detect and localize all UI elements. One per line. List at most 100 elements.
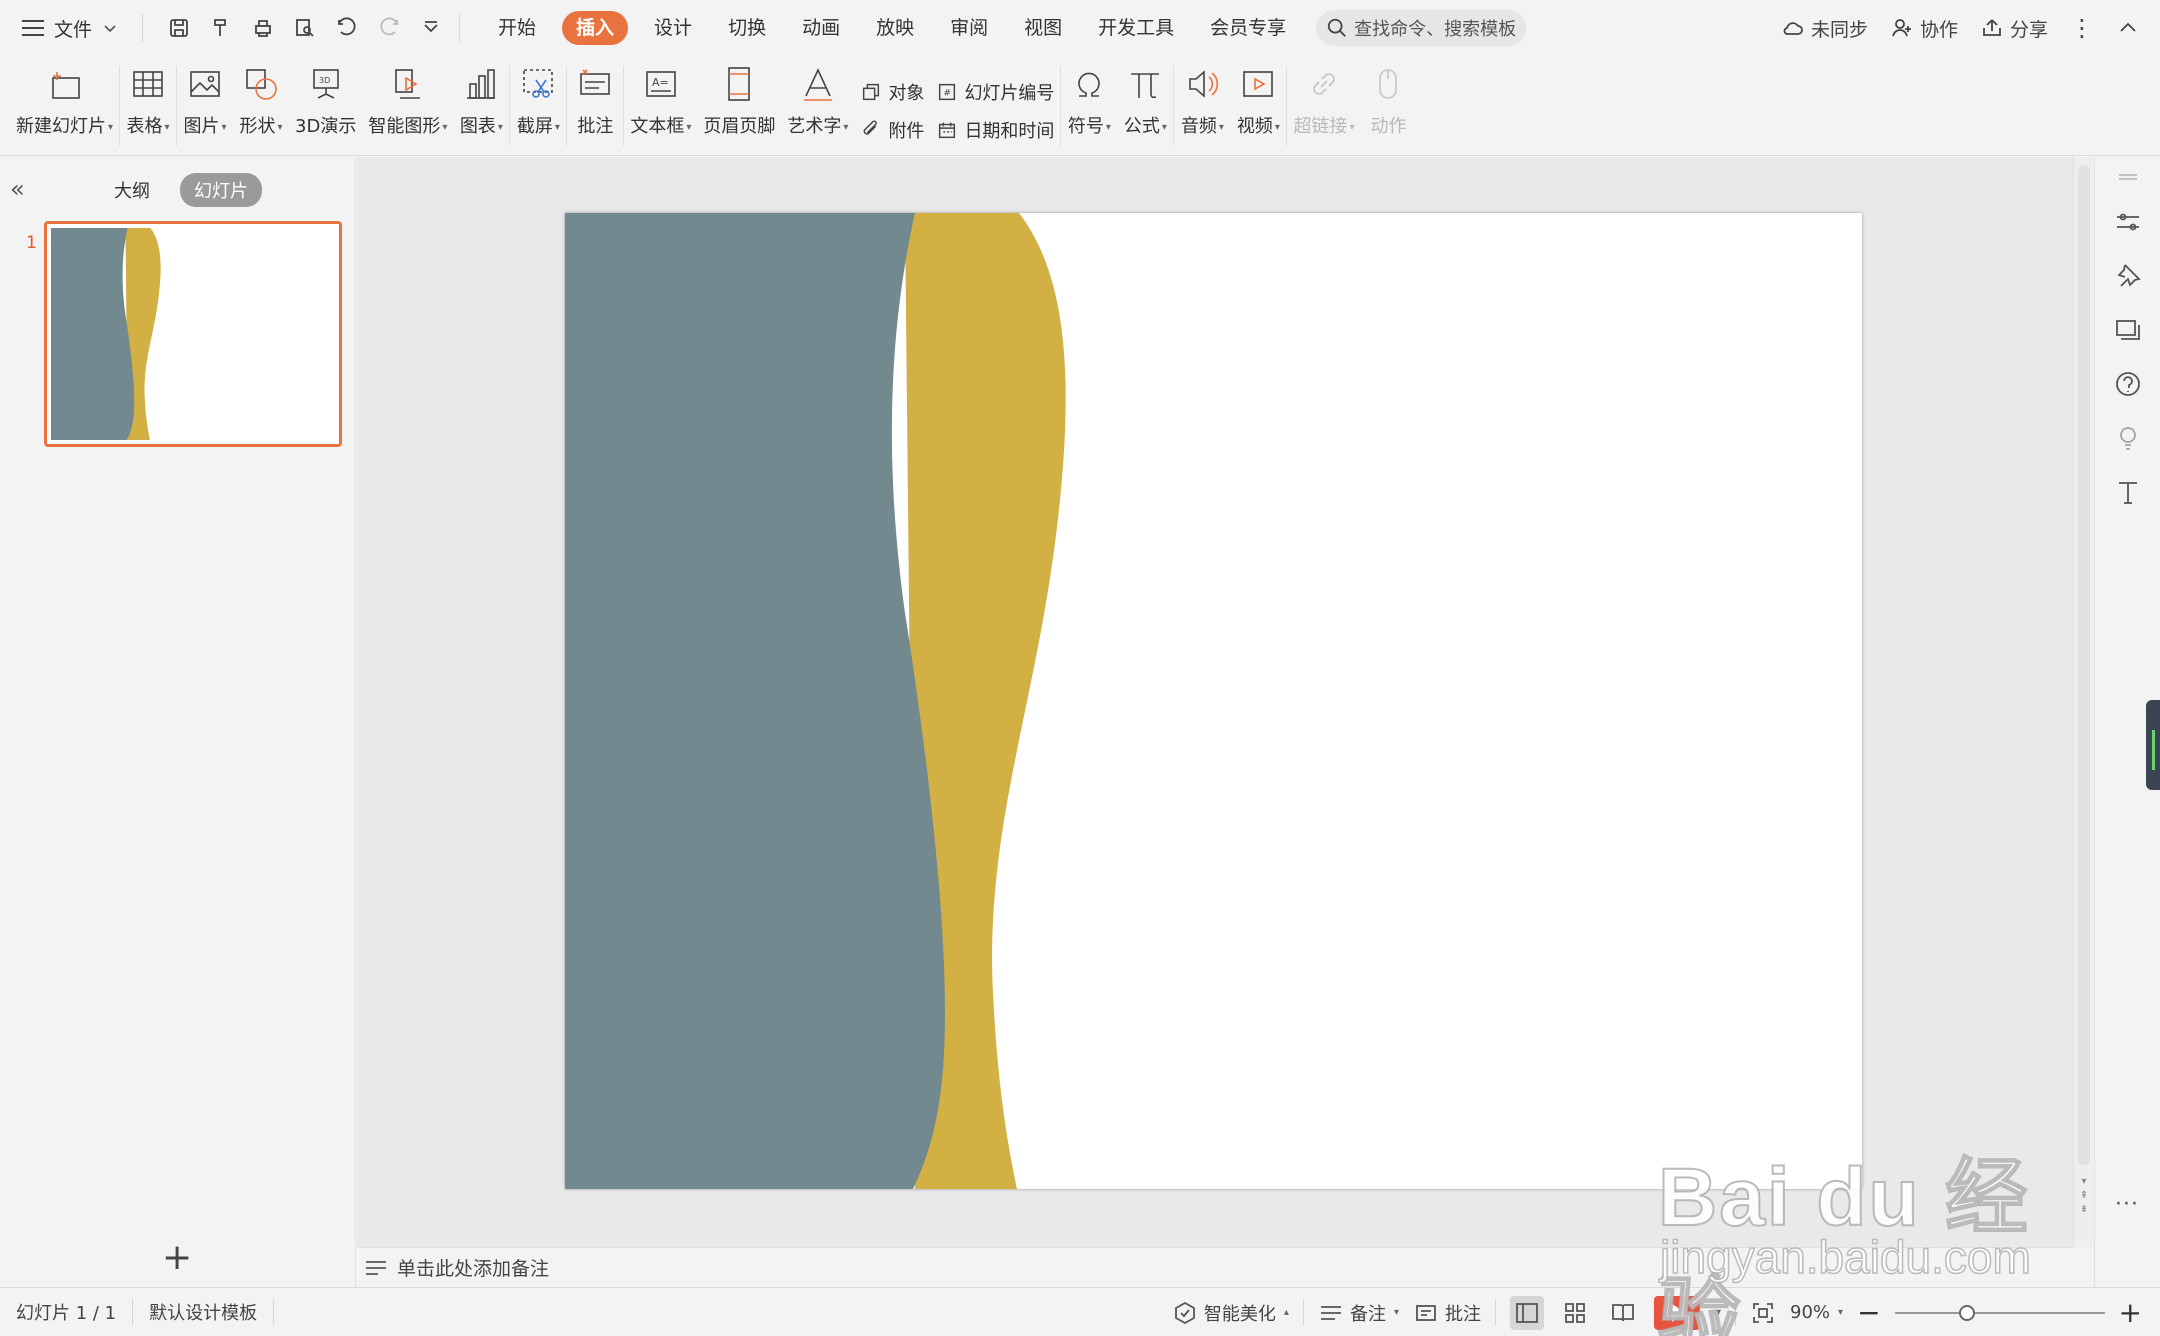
divider bbox=[1286, 66, 1288, 146]
hyperlink-label: 超链接 bbox=[1293, 116, 1348, 137]
save-icon[interactable] bbox=[161, 10, 197, 46]
sliders-icon[interactable] bbox=[2113, 207, 2143, 237]
vertical-scrollbar[interactable]: ▾ ⇞ ⇟ bbox=[2073, 157, 2093, 1247]
slide-number-button[interactable]: # 幻灯片编号 bbox=[936, 79, 1054, 105]
slide-artwork bbox=[565, 213, 1862, 1189]
fit-window-icon[interactable] bbox=[1750, 1300, 1776, 1326]
command-search[interactable]: 查找命令、搜索模板 bbox=[1316, 10, 1527, 46]
tab-outline[interactable]: 大纲 bbox=[100, 173, 164, 207]
smart-beautify-button[interactable]: 智能美化 ▴ bbox=[1172, 1288, 1289, 1336]
wordart-button[interactable]: 艺术字 ▾ bbox=[787, 56, 848, 156]
normal-view-button[interactable] bbox=[1509, 1295, 1544, 1330]
zoom-out-button[interactable]: − bbox=[1857, 1296, 1880, 1329]
3d-demo-label: 3D演示 bbox=[295, 116, 357, 137]
play-options-icon[interactable]: ▾ bbox=[1716, 1307, 1721, 1318]
shape-button[interactable]: 形状 ▾ bbox=[239, 56, 283, 156]
paperclip-icon bbox=[864, 120, 878, 135]
wordart-icon bbox=[796, 62, 840, 106]
symbol-button[interactable]: 符号 ▾ bbox=[1067, 56, 1111, 156]
textbox-button[interactable]: A= 文本框 ▾ bbox=[630, 56, 691, 156]
comments-toggle-button[interactable]: 批注 bbox=[1413, 1288, 1481, 1336]
attachment-label: 附件 bbox=[888, 121, 925, 142]
object-button[interactable]: 对象 bbox=[860, 79, 924, 105]
collaborate-label: 协作 bbox=[1919, 18, 1958, 41]
smartart-button[interactable]: 智能图形 ▾ bbox=[368, 56, 447, 156]
date-time-button[interactable]: 日期和时间 bbox=[936, 117, 1054, 143]
notes-icon bbox=[366, 1260, 386, 1275]
file-menu-label: 文件 bbox=[54, 18, 93, 41]
divider bbox=[1494, 1299, 1496, 1326]
scroll-arrows[interactable]: ▾ ⇞ ⇟ bbox=[2078, 1175, 2090, 1217]
sorter-view-button[interactable] bbox=[1558, 1296, 1592, 1330]
new-slide-button[interactable]: 新建幻灯片 ▾ bbox=[16, 56, 113, 156]
tab-view[interactable]: 视图 bbox=[1006, 11, 1080, 45]
tab-slideshow[interactable]: 放映 bbox=[858, 11, 932, 45]
format-painter-icon[interactable] bbox=[203, 10, 239, 46]
omega-icon bbox=[1067, 62, 1111, 106]
3d-icon: 3D bbox=[304, 62, 348, 106]
notes-bar[interactable]: 单击此处添加备注 bbox=[357, 1247, 2073, 1287]
lightbulb-icon[interactable] bbox=[2113, 423, 2143, 453]
customize-toolbar-icon[interactable] bbox=[413, 10, 449, 46]
scrollbar-thumb[interactable] bbox=[2078, 165, 2090, 1165]
text-tool-icon[interactable] bbox=[2113, 477, 2143, 507]
tab-slides[interactable]: 幻灯片 bbox=[180, 173, 262, 207]
slide-thumbnail-art bbox=[51, 228, 335, 440]
chart-button[interactable]: 图表 ▾ bbox=[459, 56, 503, 156]
picture-icon bbox=[183, 62, 227, 106]
print-icon[interactable] bbox=[245, 10, 281, 46]
tab-home[interactable]: 开始 bbox=[480, 11, 554, 45]
more-tools-icon[interactable]: ··· bbox=[2115, 1192, 2139, 1217]
status-bar: 幻灯片 1 / 1 默认设计模板 智能美化 ▴ 备注 ▾ 批注 ▾ 90% ▾ … bbox=[0, 1287, 2160, 1336]
zoom-level[interactable]: 90% ▾ bbox=[1790, 1288, 1843, 1336]
table-button[interactable]: 表格 ▾ bbox=[126, 56, 170, 156]
collapse-panel-icon[interactable]: « bbox=[10, 175, 25, 203]
reading-view-button[interactable] bbox=[1606, 1296, 1640, 1330]
header-footer-button[interactable]: 页眉页脚 bbox=[703, 56, 775, 156]
print-preview-icon[interactable] bbox=[287, 10, 323, 46]
slide-thumbnail[interactable] bbox=[44, 221, 342, 447]
sync-status[interactable]: 未同步 bbox=[1781, 15, 1868, 42]
zoom-knob[interactable] bbox=[1958, 1304, 1975, 1321]
hyperlink-button[interactable]: 超链接 ▾ bbox=[1293, 56, 1354, 156]
video-button[interactable]: 视频 ▾ bbox=[1236, 56, 1280, 156]
editing-canvas bbox=[357, 157, 2073, 1247]
picture-button[interactable]: 图片 ▾ bbox=[183, 56, 227, 156]
share-button[interactable]: 分享 bbox=[1980, 15, 2048, 42]
tab-insert[interactable]: 插入 bbox=[562, 11, 629, 45]
tab-animation[interactable]: 动画 bbox=[784, 11, 858, 45]
slide-1[interactable] bbox=[565, 213, 1862, 1189]
undo-icon[interactable] bbox=[329, 10, 365, 46]
formula-button[interactable]: 公式 ▾ bbox=[1123, 56, 1167, 156]
design-template[interactable]: 默认设计模板 bbox=[133, 1288, 273, 1336]
redo-icon[interactable] bbox=[371, 10, 407, 46]
action-button[interactable]: 动作 bbox=[1366, 56, 1410, 156]
comment-button[interactable]: 批注 bbox=[573, 56, 617, 156]
notes-toggle-button[interactable]: 备注 ▾ bbox=[1318, 1288, 1399, 1336]
tab-transition[interactable]: 切换 bbox=[710, 11, 784, 45]
slate-panel-shape[interactable] bbox=[565, 213, 945, 1189]
zoom-in-button[interactable]: + bbox=[2119, 1296, 2142, 1329]
tab-review[interactable]: 审阅 bbox=[932, 11, 1006, 45]
help-icon[interactable] bbox=[2113, 369, 2143, 399]
slides-library-icon[interactable] bbox=[2113, 315, 2143, 345]
collapse-ribbon-icon[interactable] bbox=[2116, 16, 2140, 40]
3d-demo-button[interactable]: 3D 3D演示 bbox=[295, 56, 356, 156]
file-menu[interactable]: 文件 bbox=[0, 0, 132, 56]
divider bbox=[623, 66, 625, 146]
video-icon bbox=[1236, 62, 1280, 106]
collaborate-button[interactable]: 协作 bbox=[1890, 15, 1958, 42]
attachment-button[interactable]: 附件 bbox=[860, 117, 924, 143]
smart-beautify-label: 智能美化 bbox=[1203, 1303, 1276, 1325]
screenshot-button[interactable]: 截屏 ▾ bbox=[516, 56, 560, 156]
audio-button[interactable]: 音频 ▾ bbox=[1180, 56, 1224, 156]
tab-member[interactable]: 会员专享 bbox=[1192, 11, 1304, 45]
pin-icon[interactable] bbox=[2113, 261, 2143, 291]
add-slide-icon[interactable]: + bbox=[162, 1237, 192, 1278]
zoom-slider[interactable] bbox=[1894, 1303, 2105, 1323]
side-grip-handle[interactable] bbox=[2146, 700, 2160, 790]
play-slideshow-button[interactable] bbox=[1653, 1295, 1700, 1330]
tab-design[interactable]: 设计 bbox=[636, 11, 710, 45]
tab-developer[interactable]: 开发工具 bbox=[1080, 11, 1192, 45]
more-menu-icon[interactable]: ⋮ bbox=[2070, 14, 2094, 42]
